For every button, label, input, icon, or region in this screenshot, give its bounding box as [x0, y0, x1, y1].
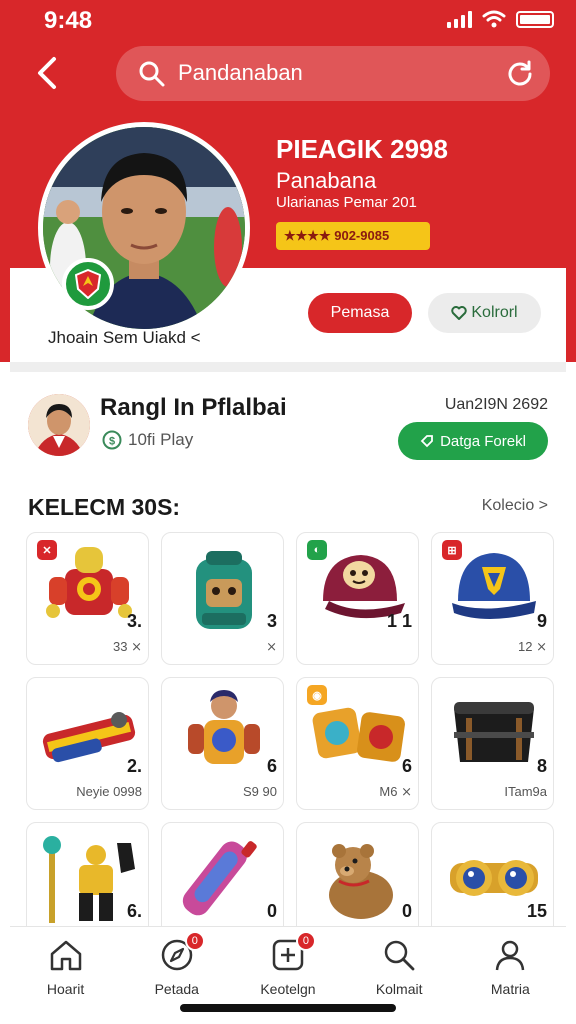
card-count: 0: [266, 901, 277, 921]
search-icon: [139, 61, 165, 87]
bear-plush-icon: [309, 833, 409, 923]
collection-title: KELECM 30S:: [28, 494, 181, 520]
search-icon: [379, 935, 419, 975]
compass-icon: 0: [157, 931, 205, 975]
nav-item[interactable]: 0 Keotelgn: [238, 927, 338, 1016]
card-tag-badge: ⊞: [442, 540, 462, 560]
card-count: 2.: [126, 756, 142, 776]
black-bag-icon: [444, 688, 544, 778]
character-figure-icon: [174, 688, 274, 778]
crest-icon: [75, 269, 101, 299]
home-icon: [46, 935, 86, 975]
profile-subtitle: Panabana: [276, 168, 377, 193]
wifi-icon: [482, 10, 506, 28]
collection-grid: ✕ 3. 33 ⨯ 3 ⨯ ◐ 1 1 ⊞ 9 12 ⨯ 2. Neyie 0998 6 S9 90 ◉ 6 M…: [26, 532, 554, 955]
card-price: ITam9a: [504, 784, 547, 799]
nav-label: Kolmait: [375, 981, 423, 997]
card-count: 9: [536, 611, 547, 631]
seller-action-button[interactable]: Datga Forekl: [398, 422, 548, 460]
search-value: Pandanaban: [178, 60, 303, 85]
collection-card[interactable]: 3 ⨯: [161, 532, 284, 665]
card-count: 15: [526, 901, 547, 921]
collection-card[interactable]: ◐ 1 1: [296, 532, 419, 665]
card-count: 6.: [126, 901, 142, 921]
seller-action-label: Datga Forekl: [440, 432, 526, 450]
battery-icon: [516, 10, 554, 28]
rating-badge: ★★★★ 902-9085: [276, 222, 430, 250]
notification-badge: 0: [295, 931, 316, 951]
svg-text:$: $: [109, 436, 115, 448]
coin-icon: $: [102, 430, 122, 450]
profile-meta: Ularianas Pemar 201: [276, 194, 417, 211]
red-rocket-launcher-icon: [39, 688, 139, 778]
nav-item[interactable]: Kolmait: [349, 927, 449, 1016]
heart-icon: [451, 306, 468, 320]
primary-action-button[interactable]: Pemasa: [308, 293, 412, 333]
seller-avatar[interactable]: [28, 394, 90, 456]
collection-card[interactable]: ◉ 6 M6 ⨯: [296, 677, 419, 810]
card-price: ⨯: [266, 639, 277, 654]
profile-title: PIEAGIK 2998: [276, 134, 448, 164]
user-caption[interactable]: Jhoain Sem Uiakd <: [48, 328, 201, 348]
status-bar: 9:48: [0, 0, 576, 40]
nav-item[interactable]: Matria: [460, 927, 560, 1016]
notification-badge: 0: [184, 931, 205, 951]
back-button[interactable]: [30, 54, 64, 92]
collection-link[interactable]: Kolecio >: [482, 497, 548, 515]
seller-meta: $ 10fi Play: [102, 430, 193, 450]
card-price: 12 ⨯: [518, 639, 547, 654]
card-count: 8: [536, 756, 547, 776]
nav-label: Hoarit: [46, 981, 85, 997]
tag-icon: [420, 435, 433, 448]
primary-action-label: Pemasa: [330, 304, 390, 321]
favorite-button[interactable]: Kolrorl: [428, 293, 541, 333]
search-input[interactable]: Pandanaban: [116, 46, 550, 101]
bottom-nav: Hoarit 0 Petada 0 Keotelgn Kolmait Matria: [10, 926, 566, 1016]
collection-card[interactable]: 6 S9 90: [161, 677, 284, 810]
card-count: 3.: [126, 611, 142, 631]
chevron-left-icon: [38, 57, 56, 89]
seller-date: Uan2I9N 2692: [444, 396, 548, 413]
card-count: 6: [401, 756, 412, 776]
add-square-icon: 0: [268, 931, 316, 975]
nav-label: Keotelgn: [260, 981, 316, 997]
card-price: S9 90: [243, 784, 277, 799]
collection-card[interactable]: ✕ 3. 33 ⨯: [26, 532, 149, 665]
collection-card[interactable]: 2. Neyie 0998: [26, 677, 149, 810]
green-backpack-icon: [174, 543, 274, 633]
section-divider: [10, 362, 566, 372]
profile-icon: [490, 935, 530, 975]
staff-and-suit-icon: [39, 833, 139, 923]
team-crest-badge: [62, 258, 114, 310]
card-count: 6: [266, 756, 277, 776]
collection-card[interactable]: 8 ITam9a: [431, 677, 554, 810]
card-count: 1 1: [386, 611, 412, 631]
card-price: M6 ⨯: [379, 784, 412, 799]
home-indicator: [180, 1004, 396, 1012]
card-price: Neyie 0998: [76, 784, 142, 799]
card-count: 3: [266, 611, 277, 631]
card-price: 33 ⨯: [113, 639, 142, 654]
favorite-label: Kolrorl: [471, 304, 518, 321]
card-count: 0: [401, 901, 412, 921]
status-time: 9:48: [44, 7, 93, 34]
nav-label: Petada: [154, 981, 199, 997]
collection-card[interactable]: ⊞ 9 12 ⨯: [431, 532, 554, 665]
color-bottle-icon: [174, 833, 274, 923]
status-icons: [447, 10, 554, 28]
nav-item[interactable]: 0 Petada: [127, 927, 227, 1016]
card-tag-badge: ✕: [37, 540, 57, 560]
refresh-icon[interactable]: [506, 59, 534, 87]
card-tag-badge: ◉: [307, 685, 327, 705]
nav-label: Matria: [490, 981, 530, 997]
nav-item[interactable]: Hoarit: [16, 927, 116, 1016]
seller-name[interactable]: Rangl In Pflalbai: [100, 394, 287, 422]
card-tag-badge: ◐: [307, 540, 327, 560]
seller-meta-text: 10fi Play: [128, 430, 194, 449]
signal-icon: [447, 10, 472, 28]
